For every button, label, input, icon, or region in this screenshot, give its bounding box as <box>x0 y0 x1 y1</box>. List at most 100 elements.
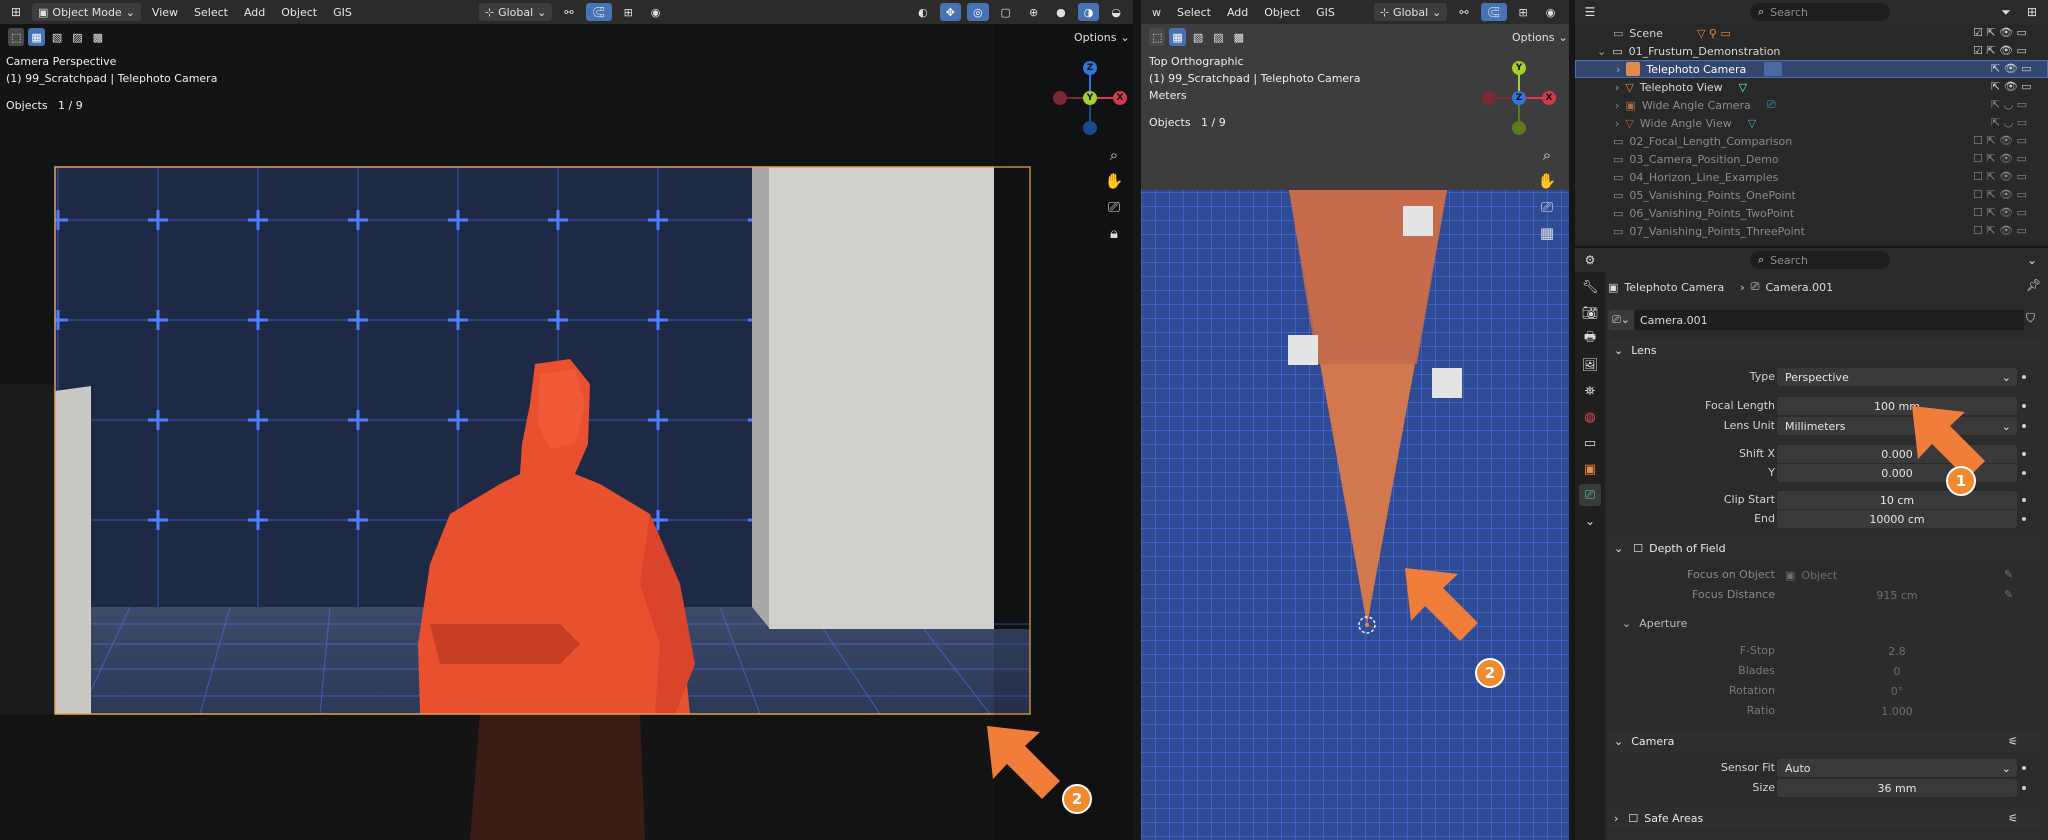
lock-icon[interactable]: 🔒︎ <box>1103 222 1125 244</box>
hand-pan-icon[interactable]: ✋ <box>1103 170 1125 192</box>
menu-object[interactable]: Object <box>1259 6 1305 19</box>
keyframe-dot[interactable] <box>2022 498 2026 502</box>
toggle-row[interactable]: ☑ ⇱ 👁︎ ▭ <box>1973 42 2043 60</box>
menu-add[interactable]: Add <box>239 6 270 19</box>
sensor-fit-dropdown[interactable]: Auto ⌄ <box>1777 759 2017 777</box>
keyframe-dot[interactable] <box>2022 471 2026 475</box>
keyframe-dot[interactable] <box>2022 452 2026 456</box>
snap-target-icon[interactable]: ⊞ <box>618 3 639 21</box>
toggle-row[interactable]: ☐ ⇱ 👁︎ ▭ <box>1973 132 2043 150</box>
select-subtract-icon[interactable]: ▨ <box>69 28 85 46</box>
fstop-field[interactable]: 2.8 <box>1777 642 2017 660</box>
select-tool-icon[interactable]: ⬚ <box>1149 28 1166 46</box>
select-extend-icon[interactable]: ▧ <box>49 28 65 46</box>
tool-tab-icon[interactable]: 🔧︎ <box>1579 276 1601 298</box>
zoom-icon[interactable]: ⌕ <box>1536 144 1558 166</box>
select-intersect-icon[interactable]: ▩ <box>90 28 106 46</box>
transform-orientation-dropdown[interactable]: ⊹ Global ⌄ <box>478 3 553 21</box>
select-new-icon[interactable]: ▦ <box>1169 28 1186 46</box>
datablock-name-field[interactable]: Camera.001 <box>1634 310 2024 330</box>
options-dropdown[interactable]: Options ⌄ <box>1068 28 1133 46</box>
presets-icon[interactable]: ⚟ <box>2008 735 2018 748</box>
menu-gis[interactable]: GIS <box>1311 6 1340 19</box>
menu-select[interactable]: Select <box>1172 6 1216 19</box>
camera-panel-header[interactable]: ⌄ Camera ⚟ <box>1608 730 2040 752</box>
pin-icon[interactable]: 📌︎ <box>2026 278 2041 292</box>
aperture-subpanel-header[interactable]: ⌄ Aperture <box>1622 614 1687 632</box>
camera-view-icon[interactable]: ⎚ <box>1103 196 1125 218</box>
snap-target-icon[interactable]: ⊞ <box>1513 3 1534 21</box>
keyframe-dot[interactable] <box>2022 375 2026 379</box>
options-dropdown[interactable]: Options ⌄ <box>1506 28 1569 46</box>
select-tool-icon[interactable]: ⬚ <box>8 28 25 46</box>
gizmo-x-axis[interactable]: X <box>1113 91 1127 105</box>
ortho-grid-icon[interactable]: ▦ <box>1536 222 1558 244</box>
gizmo-neg-x[interactable] <box>1482 91 1496 105</box>
gizmo-neg-x[interactable] <box>1053 91 1067 105</box>
safe-areas-panel-header[interactable]: › ☐ Safe Areas ⚟ <box>1608 807 2040 829</box>
type-dropdown[interactable]: Perspective ⌄ <box>1777 368 2017 386</box>
shading-rendered-icon[interactable]: ◒ <box>1105 3 1127 21</box>
toggle-row[interactable]: ☑ ⇱ 👁︎ ▭ <box>1973 24 2043 42</box>
toggle-row[interactable]: ⇱ 👁︎ ▭ <box>1973 78 2043 96</box>
keyframe-dot[interactable] <box>2022 766 2026 770</box>
gizmo-x-axis[interactable]: X <box>1542 91 1556 105</box>
focus-distance-field[interactable]: 915 cm <box>1777 586 2017 604</box>
shading-material-icon[interactable]: ◑ <box>1077 3 1100 21</box>
clip-end-field[interactable]: 10000 cm <box>1777 510 2017 528</box>
camera-view-icon[interactable]: ⎚ <box>1536 196 1558 218</box>
navigation-gizmo[interactable]: Y Z X <box>1479 58 1559 138</box>
menu-view[interactable]: View <box>147 6 183 19</box>
mode-dropdown[interactable]: ▣ Object Mode ⌄ <box>32 3 141 21</box>
menu-select[interactable]: Select <box>189 6 233 19</box>
pivot-icon[interactable]: ⚯ <box>1453 3 1474 21</box>
menu-view[interactable]: w <box>1147 6 1166 19</box>
filter-icon[interactable]: ⏷ <box>1995 1 2017 23</box>
chevron-down-icon[interactable]: ⌄ <box>2021 249 2043 271</box>
gizmo-toggle-icon[interactable]: ✥ <box>939 3 961 21</box>
focus-object-field[interactable]: ▣ Object <box>1777 566 2017 584</box>
snap-icon[interactable]: 🧲︎ <box>1480 3 1507 21</box>
keyframe-dot[interactable] <box>2022 424 2026 428</box>
toggle-row[interactable]: ⇱ ◡ ▭ <box>1973 114 2043 132</box>
eyedropper-icon[interactable]: ✎ <box>2004 568 2013 581</box>
proportional-edit-icon[interactable]: ◉ <box>645 3 667 21</box>
toggle-row[interactable]: ☐ ⇱ 👁︎ ▭ <box>1973 150 2043 168</box>
xray-icon[interactable]: ▢ <box>995 3 1017 21</box>
menu-gis[interactable]: GIS <box>328 6 357 19</box>
output-tab-icon[interactable]: 🖶︎ <box>1579 328 1601 350</box>
fake-user-shield-icon[interactable]: ⛉ <box>2026 311 2035 326</box>
editor-type-icon[interactable]: ⊞ <box>6 2 26 22</box>
menu-add[interactable]: Add <box>1222 6 1253 19</box>
breadcrumb-object[interactable]: Telephoto Camera <box>1624 281 1724 294</box>
gizmo-z-axis[interactable]: Z <box>1083 61 1097 75</box>
gizmo-neg-z[interactable] <box>1083 121 1097 135</box>
pivot-icon[interactable]: ⚯ <box>558 3 579 21</box>
toggle-row[interactable]: ⇱ 👁︎ ▭ <box>1973 60 2043 78</box>
toggle-row[interactable]: ☐ ⇱ 👁︎ ▭ <box>1973 222 2043 240</box>
properties-search-field[interactable]: ⌕ Search <box>1750 251 1890 269</box>
keyframe-dot[interactable] <box>2022 404 2026 408</box>
lens-panel-header[interactable]: ⌄ Lens <box>1608 339 2040 361</box>
select-intersect-icon[interactable]: ▩ <box>1231 28 1247 46</box>
select-subtract-icon[interactable]: ▨ <box>1210 28 1226 46</box>
menu-object[interactable]: Object <box>276 6 322 19</box>
toggle-row[interactable]: ☐ ⇱ 👁︎ ▭ <box>1973 168 2043 186</box>
visibility-icon[interactable]: ◐ <box>912 3 934 21</box>
gizmo-y-axis[interactable]: Y <box>1512 61 1526 75</box>
camera-data-browse-icon[interactable]: ⎚⌄ <box>1608 310 1634 330</box>
new-collection-icon[interactable]: ⊞ <box>2021 1 2043 23</box>
ratio-field[interactable]: 1.000 <box>1777 702 2017 720</box>
toggle-row[interactable]: ☐ ⇱ 👁︎ ▭ <box>1973 186 2043 204</box>
shading-wireframe-icon[interactable]: ⊕ <box>1023 3 1044 21</box>
presets-icon[interactable]: ⚟ <box>2008 812 2018 825</box>
datablock-selector[interactable]: ⎚⌄ Camera.001 <box>1608 310 2024 330</box>
overlay-toggle-icon[interactable]: ◎ <box>966 3 989 21</box>
blades-field[interactable]: 0 <box>1777 662 2017 680</box>
select-extend-icon[interactable]: ▧ <box>1190 28 1206 46</box>
rotation-field[interactable]: 0° <box>1777 682 2017 700</box>
snap-icon[interactable]: 🧲︎ <box>585 3 612 21</box>
shading-solid-icon[interactable]: ● <box>1050 3 1072 21</box>
clip-start-field[interactable]: 10 cm <box>1777 491 2017 509</box>
editor-type-icon[interactable]: ☰ <box>1579 1 1601 23</box>
